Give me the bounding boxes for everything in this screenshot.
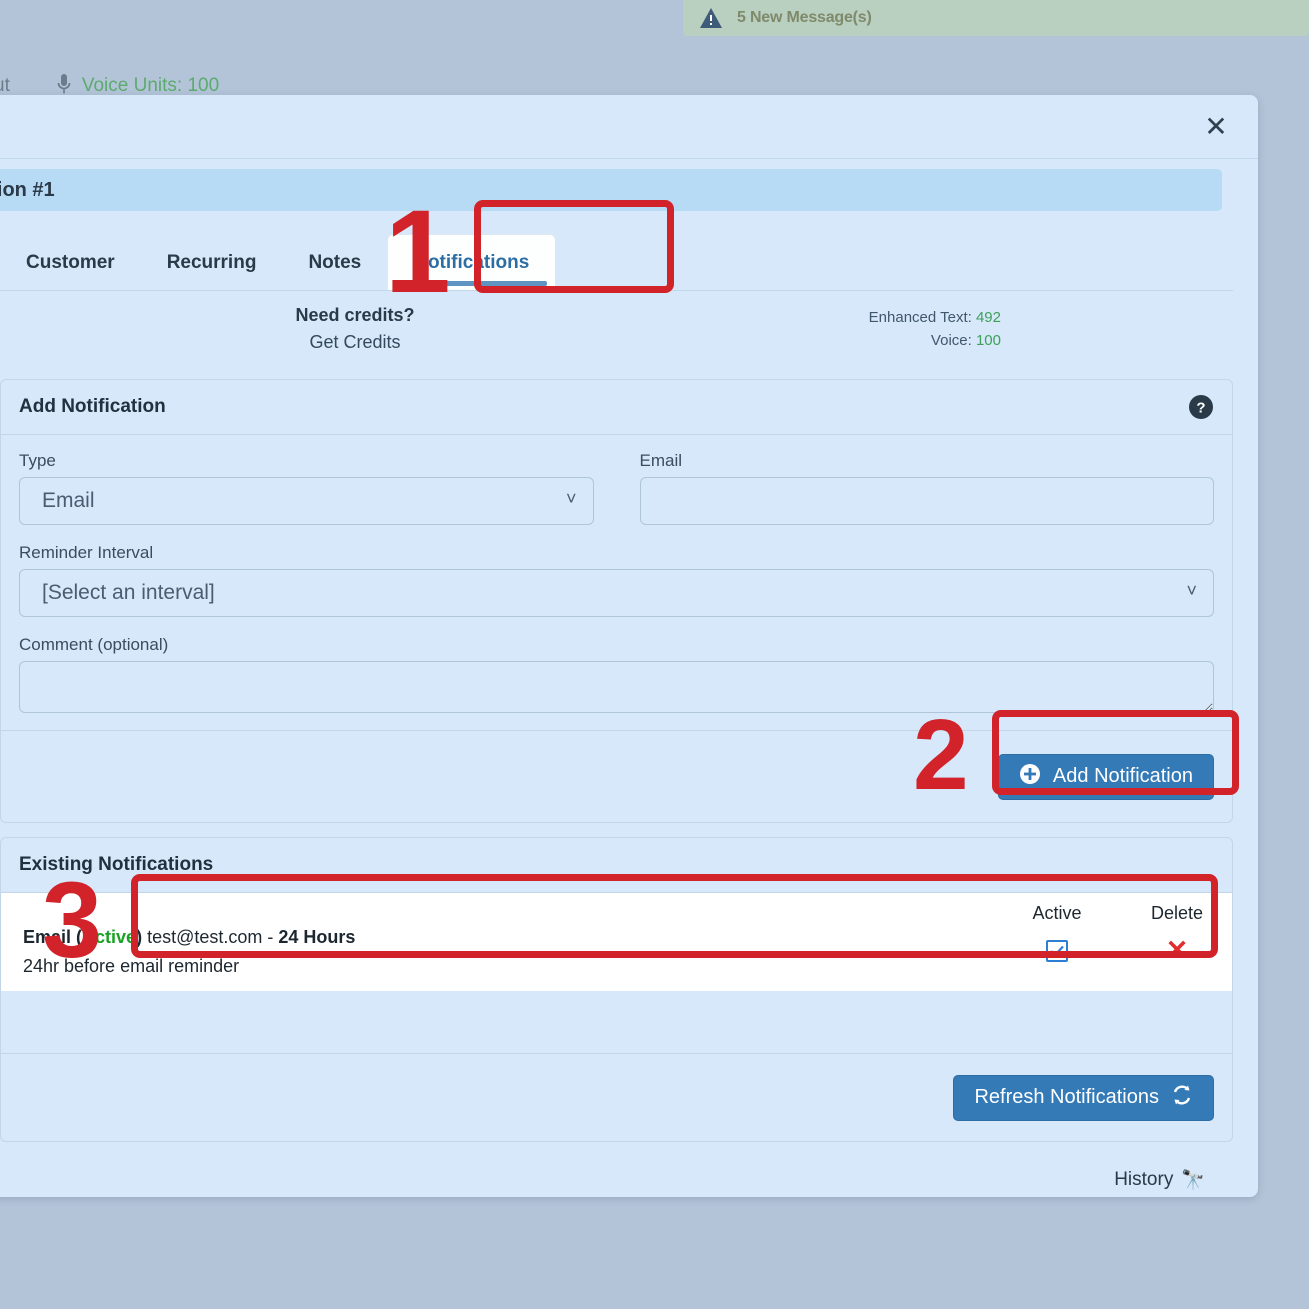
add-notification-button[interactable]: Add Notification bbox=[998, 754, 1214, 800]
add-notification-button-label: Add Notification bbox=[1053, 765, 1193, 788]
tab-recurring[interactable]: Recurring bbox=[141, 236, 283, 290]
add-notification-card: Add Notification ? Type Email bbox=[0, 379, 1233, 823]
voice-units-label: Voice Units: 100 bbox=[82, 75, 219, 97]
modal-body: Customer Recurring Notes Notifications N… bbox=[0, 233, 1258, 1192]
comment-label: Comment (optional) bbox=[19, 635, 1214, 655]
notification-type: Email bbox=[23, 927, 71, 947]
existing-notifications-header: Existing Notifications bbox=[1, 838, 1232, 893]
need-credits-label: Need credits? bbox=[240, 305, 470, 326]
delete-column-header: Delete bbox=[1144, 903, 1210, 924]
tab-customer[interactable]: Customer bbox=[0, 236, 141, 290]
notification-row-actions: ✕ bbox=[1024, 937, 1210, 964]
chevron-down-icon: ˅ bbox=[566, 488, 577, 509]
add-notification-body: Type Email ˅ Email Reminder Interva bbox=[1, 435, 1232, 730]
existing-notifications-title: Existing Notifications bbox=[19, 854, 213, 876]
logout-link[interactable]: ut bbox=[0, 75, 10, 97]
notification-list-empty-space bbox=[1, 991, 1232, 1053]
voice-credits: Voice: 100 bbox=[869, 330, 1001, 353]
email-input[interactable] bbox=[640, 477, 1215, 525]
enhanced-text-credits: Enhanced Text: 492 bbox=[869, 307, 1001, 330]
email-field-group: Email bbox=[640, 451, 1215, 525]
binoculars-icon: 🔭 bbox=[1181, 1168, 1205, 1192]
refresh-notifications-button[interactable]: Refresh Notifications bbox=[953, 1075, 1214, 1121]
type-field-group: Type Email ˅ bbox=[19, 451, 594, 525]
email-label: Email bbox=[640, 451, 1215, 471]
type-label: Type bbox=[19, 451, 594, 471]
svg-text:?: ? bbox=[1196, 400, 1205, 417]
existing-notifications-footer: Refresh Notifications bbox=[1, 1053, 1232, 1141]
table-row: Active Delete bbox=[1, 893, 1232, 991]
screen: 5 New Message(s) ut Voice Units: 100 bbox=[0, 0, 1309, 1309]
chevron-down-icon: ˅ bbox=[1186, 580, 1197, 601]
tab-notes[interactable]: Notes bbox=[282, 236, 387, 290]
help-circle-icon[interactable]: ? bbox=[1188, 394, 1214, 420]
history-bar: History 🔭 bbox=[0, 1142, 1233, 1192]
notification-recipient: test@test.com bbox=[147, 927, 262, 947]
delete-cell: ✕ bbox=[1144, 937, 1210, 964]
credits-right: Enhanced Text: 492 Voice: 100 bbox=[869, 307, 1001, 352]
enhanced-text-value: 492 bbox=[976, 309, 1001, 326]
add-notification-footer: Add Notification bbox=[1, 730, 1232, 822]
tab-bar: Customer Recurring Notes Notifications bbox=[0, 233, 1233, 291]
new-messages-banner[interactable]: 5 New Message(s) bbox=[683, 0, 1309, 36]
voice-credits-label: Voice: bbox=[931, 332, 972, 349]
credits-section: Need credits? Get Credits Enhanced Text:… bbox=[0, 299, 1233, 365]
refresh-notifications-label: Refresh Notifications bbox=[974, 1086, 1159, 1109]
notification-interval: 24 Hours bbox=[278, 927, 355, 947]
add-notification-header: Add Notification ? bbox=[1, 380, 1232, 435]
voice-credits-value: 100 bbox=[976, 332, 1001, 349]
warning-triangle-icon bbox=[699, 7, 723, 29]
comment-field-group: Comment (optional) bbox=[19, 635, 1214, 718]
modal-title-bar: ent with Station #1 bbox=[0, 169, 1222, 211]
notification-status: Active bbox=[82, 927, 136, 947]
history-label: History bbox=[1114, 1169, 1173, 1191]
history-link[interactable]: History 🔭 bbox=[1114, 1168, 1205, 1192]
comment-textarea[interactable] bbox=[19, 661, 1214, 713]
enhanced-text-label: Enhanced Text: bbox=[869, 309, 972, 326]
reminder-interval-select[interactable]: [Select an interval] ˅ bbox=[19, 569, 1214, 617]
notification-list: Active Delete bbox=[1, 893, 1232, 1053]
modal-header: ✕ bbox=[0, 95, 1258, 159]
active-column-header: Active bbox=[1024, 903, 1090, 924]
reminder-field-group: Reminder Interval [Select an interval] ˅ bbox=[19, 543, 1214, 617]
red-x-icon[interactable]: ✕ bbox=[1166, 937, 1189, 964]
appointment-modal: ✕ ent with Station #1 Customer Recurring… bbox=[0, 95, 1258, 1197]
type-select[interactable]: Email ˅ bbox=[19, 477, 594, 525]
new-messages-text: 5 New Message(s) bbox=[737, 9, 872, 27]
reminder-interval-label: Reminder Interval bbox=[19, 543, 1214, 563]
existing-notifications-card: Existing Notifications Active Delete bbox=[0, 837, 1233, 1142]
tab-notifications[interactable]: Notifications bbox=[387, 234, 556, 290]
add-notification-title: Add Notification bbox=[19, 396, 166, 418]
close-icon[interactable]: ✕ bbox=[1198, 109, 1234, 145]
plus-circle-icon bbox=[1019, 763, 1041, 791]
reminder-interval-value: [Select an interval] bbox=[42, 581, 215, 605]
page-title: ent with Station #1 bbox=[0, 179, 55, 202]
type-select-value: Email bbox=[42, 489, 95, 513]
refresh-icon bbox=[1171, 1084, 1193, 1112]
notification-column-headers: Active Delete bbox=[1024, 903, 1210, 924]
active-checkbox[interactable] bbox=[1046, 940, 1068, 962]
active-cell bbox=[1024, 940, 1090, 962]
credits-left: Need credits? Get Credits bbox=[240, 305, 470, 353]
notification-separator: - bbox=[262, 927, 278, 947]
get-credits-link[interactable]: Get Credits bbox=[240, 332, 470, 353]
